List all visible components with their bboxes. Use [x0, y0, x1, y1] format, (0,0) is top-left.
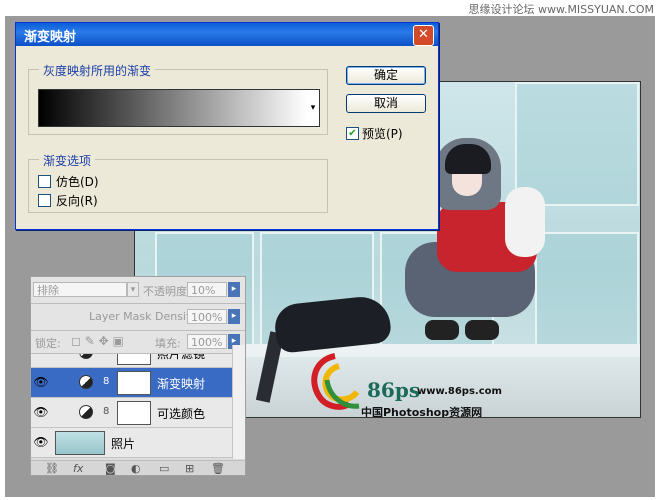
adjustment-layer-icon — [79, 354, 93, 359]
link-icon: 8 — [103, 354, 109, 357]
photo-person-shoe — [465, 320, 499, 340]
new-layer-icon[interactable]: ⊞ — [185, 462, 194, 475]
adjustment-icon[interactable]: ◐ — [131, 462, 141, 475]
layer-mask-thumbnail — [117, 371, 151, 395]
ok-button[interactable]: 确定 — [346, 66, 426, 85]
close-button[interactable]: ✕ — [413, 25, 434, 46]
link-icon[interactable]: ⛓ — [45, 462, 59, 475]
dialog-title-bar[interactable]: 渐变映射 ✕ — [16, 23, 438, 46]
layers-panel: 排除 ▾ 不透明度: 10% ▸ Layer Mask Density 100%… — [30, 276, 246, 476]
preview-label: 预览(P) — [362, 127, 403, 141]
dialog-title: 渐变映射 — [24, 30, 77, 45]
link-icon: 8 — [103, 406, 110, 417]
layer-name: 渐变映射 — [157, 377, 206, 391]
density-field[interactable]: 100% — [187, 309, 227, 324]
layers-footer: ⛓ fx ◙ ◐ ▭ ⊞ 🗑 — [31, 460, 245, 475]
gradient-map-dialog: 渐变映射 ✕ 灰度映射所用的渐变 ▾ 渐变选项 仿色(D) 反向(R) 确定 取… — [15, 22, 439, 230]
cancel-button[interactable]: 取消 — [346, 94, 426, 113]
eye-icon[interactable]: 👁 — [33, 375, 49, 389]
reverse-label: 反向(R) — [56, 194, 98, 208]
density-label: Layer Mask Density — [89, 310, 197, 323]
photo-person-hair — [445, 144, 491, 174]
opacity-label: 不透明度: — [143, 285, 191, 298]
layer-name: 可选颜色 — [157, 407, 206, 421]
fill-field[interactable]: 100% — [187, 334, 227, 349]
close-icon: ✕ — [418, 27, 429, 42]
gradient-group-label: 灰度映射所用的渐变 — [39, 62, 156, 79]
fx-icon[interactable]: fx — [73, 462, 83, 475]
density-arrow-icon[interactable]: ▸ — [228, 309, 240, 324]
layer-row[interactable]: 8 照片滤镜 — [31, 354, 232, 368]
preview-checkbox[interactable]: ✔ — [346, 127, 359, 140]
layer-name: 照片滤镜 — [157, 354, 206, 361]
logo-caption-text: 中国Photoshop资源网 — [361, 406, 483, 418]
blend-mode-select[interactable]: 排除 — [33, 282, 127, 297]
opacity-arrow-icon[interactable]: ▸ — [228, 282, 240, 297]
lock-label: 锁定: — [35, 337, 61, 350]
eye-icon[interactable]: 👁 — [33, 435, 49, 449]
adjustment-layer-icon — [79, 375, 93, 389]
86ps-logo: 86ps www.86ps.com 中国Photoshop资源网 — [305, 350, 525, 418]
layers-list: 8 照片滤镜 👁 8 渐变映射 👁 8 可选颜色 👁 照片 — [31, 354, 232, 460]
blend-row: 排除 ▾ 不透明度: 10% ▸ — [31, 277, 245, 304]
mask-icon[interactable]: ◙ — [105, 462, 116, 475]
options-group-label: 渐变选项 — [39, 152, 96, 169]
logo-url-text: www.86ps.com — [417, 386, 502, 397]
gradient-preview-bar[interactable] — [38, 89, 308, 127]
chevron-down-icon[interactable]: ▾ — [307, 89, 320, 127]
lock-row: 锁定: ◻ ✎ ✥ ▣ 填充: 100% ▸ — [31, 331, 245, 354]
fill-label: 填充: — [155, 337, 181, 350]
photo-person-shoe — [425, 320, 459, 340]
link-icon: 8 — [103, 376, 110, 387]
layer-name: 照片 — [111, 437, 136, 451]
dither-label: 仿色(D) — [56, 175, 99, 189]
reverse-checkbox[interactable] — [38, 194, 51, 207]
opacity-field[interactable]: 10% — [187, 282, 227, 297]
layer-mask-thumbnail — [117, 401, 151, 425]
group-icon[interactable]: ▭ — [159, 462, 169, 475]
site-watermark: 思缘设计论坛 www.MISSYUAN.COM — [468, 3, 654, 16]
layer-mask-thumbnail — [117, 354, 151, 365]
density-row: Layer Mask Density 100% ▸ — [31, 304, 245, 331]
adjustment-layer-icon — [79, 405, 93, 419]
photo-person-sleeve — [505, 187, 545, 257]
layer-row[interactable]: 👁 照片 — [31, 428, 232, 458]
logo-swirl-icon — [311, 353, 360, 410]
photo-window — [535, 232, 639, 346]
lock-icons[interactable]: ◻ ✎ ✥ ▣ — [71, 334, 124, 348]
layers-scrollbar[interactable] — [232, 345, 245, 459]
layer-row-selected[interactable]: 👁 8 渐变映射 — [31, 368, 232, 398]
eye-icon[interactable]: 👁 — [33, 405, 49, 419]
layer-thumbnail — [55, 431, 105, 455]
logo-mark-text: 86ps — [367, 378, 421, 402]
trash-icon[interactable]: 🗑 — [211, 462, 225, 475]
layer-row[interactable]: 👁 8 可选颜色 — [31, 398, 232, 428]
dither-checkbox[interactable] — [38, 175, 51, 188]
